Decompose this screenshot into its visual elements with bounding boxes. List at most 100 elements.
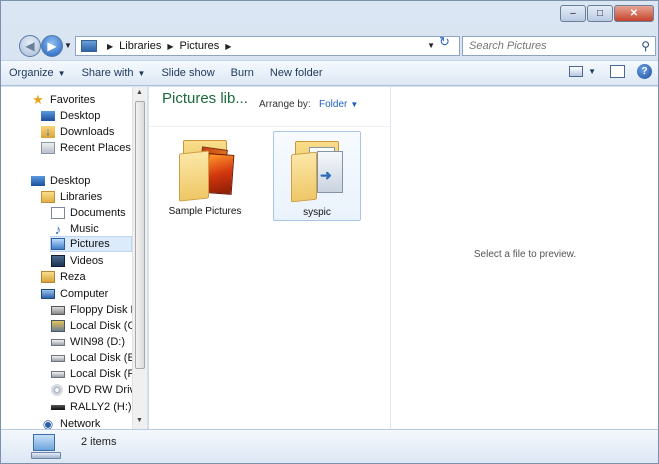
address-dropdown-icon[interactable]: ▼ [427, 41, 435, 50]
caret-down-icon: ▼ [350, 100, 359, 109]
library-title: Pictures lib... [162, 90, 248, 107]
back-button[interactable]: ◀ [19, 35, 41, 57]
caret-down-icon: ▼ [137, 68, 146, 78]
help-icon[interactable]: ? [637, 64, 652, 79]
chevron-right-icon[interactable]: ▶ [167, 42, 173, 51]
nav-rally[interactable]: RALLY2 (H:) [51, 399, 132, 415]
disk-drive-icon [51, 338, 65, 346]
network-icon: ◉ [42, 417, 54, 429]
address-row: ◀ ▶ ▼ ▶ Libraries ▶ Pictures ▶ ▼ ↻ ⚲ [1, 32, 658, 60]
share-with-button[interactable]: Share with ▼ [74, 62, 154, 84]
floppy-drive-icon [51, 305, 65, 315]
details-pane: 2 items [1, 429, 658, 463]
file-item-syspic[interactable]: ♫ ➜ syspic [273, 131, 361, 221]
minimize-button[interactable]: – [560, 5, 586, 22]
nav-user[interactable]: Reza [41, 269, 86, 285]
nav-videos-label: Videos [70, 255, 104, 267]
nav-local-f-label: Local Disk (F:) [70, 368, 141, 380]
file-item-sample-pictures[interactable]: Sample Pictures [161, 131, 249, 221]
nav-win98-label: WIN98 (D:) [70, 336, 125, 348]
nav-computer[interactable]: Computer [41, 286, 108, 302]
arrange-by-label: Arrange by: [259, 99, 311, 110]
recent-places-icon [41, 142, 55, 154]
preview-pane-icon[interactable] [610, 65, 625, 78]
library-header: Pictures lib... Arrange by: Folder ▼ [149, 87, 390, 127]
usb-drive-icon [51, 404, 65, 410]
nav-pictures-label: Pictures [70, 238, 110, 250]
nav-win98[interactable]: WIN98 (D:) [51, 334, 125, 350]
star-icon: ★ [32, 92, 44, 107]
libraries-address-icon [81, 40, 97, 52]
nav-libraries-label: Libraries [60, 191, 103, 203]
close-button[interactable]: ✕ [614, 5, 654, 22]
breadcrumb-pictures[interactable]: Pictures [180, 40, 220, 52]
documents-icon [51, 207, 65, 219]
forward-arrow-icon: ▶ [47, 39, 57, 53]
pictures-icon [51, 238, 65, 250]
folder-documents-icon: ♫ ➜ [289, 137, 345, 203]
organize-button[interactable]: Organize ▼ [1, 62, 74, 84]
nav-videos[interactable]: Videos [51, 253, 103, 269]
file-item-label: syspic [303, 207, 331, 218]
nav-favorites[interactable]: ★ Favorites [31, 92, 95, 108]
preview-pane: Select a file to preview. [390, 87, 658, 429]
preview-message: Select a file to preview. [473, 249, 577, 260]
share-with-label: Share with [81, 67, 134, 79]
nav-music[interactable]: ♪ Music [51, 221, 99, 237]
chevron-right-icon[interactable]: ▶ [225, 42, 231, 51]
nav-favorites-label: Favorites [50, 94, 96, 106]
nav-scroll-thumb[interactable] [135, 101, 145, 369]
nav-desktop-fav[interactable]: Desktop [41, 108, 100, 124]
desktop-icon [31, 176, 45, 186]
burn-button[interactable]: Burn [223, 62, 262, 84]
search-box[interactable]: ⚲ [462, 36, 656, 56]
nav-documents-label: Documents [70, 207, 126, 219]
arrange-by-dropdown[interactable]: Folder ▼ [319, 99, 358, 110]
nav-network[interactable]: ◉ Network [41, 416, 101, 429]
system-drive-icon [51, 320, 65, 332]
scroll-up-icon[interactable]: ▲ [136, 89, 143, 96]
nav-libraries[interactable]: Libraries [41, 189, 102, 205]
chevron-right-icon[interactable]: ▶ [107, 42, 113, 51]
nav-music-label: Music [70, 223, 99, 235]
nav-local-c[interactable]: Local Disk (C:) [51, 318, 142, 334]
breadcrumb-libraries[interactable]: Libraries [119, 40, 161, 52]
nav-downloads[interactable]: ↓ Downloads [41, 124, 114, 140]
nav-local-e[interactable]: Local Disk (E:) [51, 350, 142, 366]
caption-buttons: – □ ✕ [559, 5, 654, 22]
refresh-icon[interactable]: ↻ [439, 35, 459, 48]
nav-floppy[interactable]: Floppy Disk Dri [51, 302, 145, 318]
forward-button[interactable]: ▶ [41, 35, 63, 57]
nav-documents[interactable]: Documents [51, 205, 126, 221]
nav-rally-label: RALLY2 (H:) [70, 401, 132, 413]
address-bar[interactable]: ▶ Libraries ▶ Pictures ▶ ▼ [75, 36, 460, 56]
nav-desktop[interactable]: Desktop [31, 173, 90, 189]
search-icon[interactable]: ⚲ [641, 39, 650, 53]
view-options-dropdown-icon[interactable]: ▼ [588, 67, 596, 76]
desktop-icon [41, 111, 55, 121]
search-input[interactable] [463, 40, 633, 52]
nav-local-f[interactable]: Local Disk (F:) [51, 366, 141, 382]
nav-user-label: Reza [60, 271, 86, 283]
nav-pictures[interactable]: Pictures [50, 236, 132, 252]
nav-desktop-label: Desktop [50, 175, 91, 187]
slide-show-button[interactable]: Slide show [153, 62, 222, 84]
organize-label: Organize [9, 67, 54, 79]
nav-downloads-label: Downloads [60, 126, 115, 138]
new-folder-button[interactable]: New folder [262, 62, 331, 84]
nav-computer-label: Computer [60, 288, 109, 300]
command-bar: Organize ▼ Share with ▼ Slide show Burn Ne… [1, 60, 658, 86]
caret-down-icon: ▼ [57, 68, 66, 78]
maximize-button[interactable]: □ [587, 5, 613, 22]
file-item-label: Sample Pictures [168, 206, 242, 217]
slide-show-label: Slide show [161, 67, 215, 79]
libraries-icon [41, 191, 55, 203]
recent-pages-dropdown[interactable]: ▼ [64, 41, 72, 50]
nav-recent-places[interactable]: Recent Places [41, 140, 131, 156]
disk-drive-icon [51, 354, 65, 362]
user-folder-icon [41, 271, 55, 283]
nav-scrollbar[interactable]: ▲ ▼ [132, 87, 147, 429]
disk-drive-icon [51, 370, 65, 378]
change-view-icon[interactable] [569, 66, 584, 77]
scroll-down-icon[interactable]: ▼ [136, 417, 143, 424]
